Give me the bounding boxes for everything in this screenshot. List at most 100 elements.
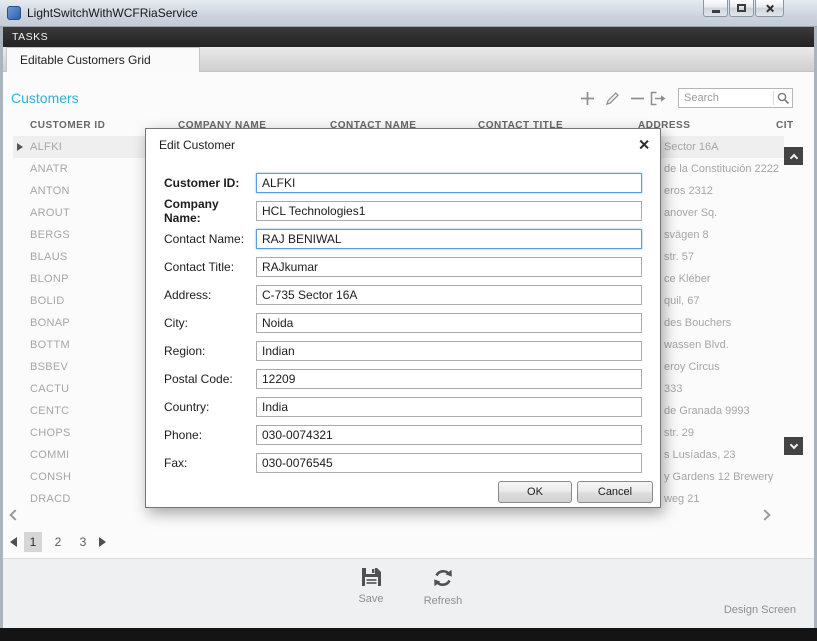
- page-button-1[interactable]: 1: [24, 531, 42, 552]
- tasks-menu-item[interactable]: TASKS: [12, 31, 48, 43]
- close-icon: [638, 139, 649, 150]
- dialog-field-row: Fax:: [164, 449, 642, 477]
- field-label: Region:: [164, 344, 206, 358]
- fax-input[interactable]: [256, 453, 642, 473]
- column-header-city: CIT: [776, 120, 794, 131]
- address-input[interactable]: [256, 285, 642, 305]
- close-button[interactable]: [755, 0, 784, 17]
- design-screen-label: Design Screen: [723, 604, 796, 616]
- selected-row-indicator-icon: [17, 143, 23, 151]
- plus-icon: [580, 92, 594, 105]
- address-cell: 333: [664, 383, 683, 395]
- dialog-title: Edit Customer: [159, 138, 236, 152]
- add-button[interactable]: [578, 90, 596, 107]
- customer-id-cell: COMMI: [30, 449, 70, 461]
- customer-id-cell: CACTU: [30, 383, 70, 395]
- command-bar: Save Refresh Design Screen: [3, 558, 814, 628]
- maximize-icon: [737, 4, 746, 12]
- dialog-field-row: Phone:: [164, 421, 642, 449]
- previous-page-button[interactable]: [10, 536, 17, 547]
- export-icon: [650, 91, 666, 106]
- customer-id-cell: BOLID: [30, 295, 65, 307]
- dialog-field-row: Contact Title:: [164, 253, 642, 281]
- dialog-close-button[interactable]: [638, 137, 649, 155]
- dialog-field-row: Postal Code:: [164, 365, 642, 393]
- chevron-up-icon: [789, 153, 798, 162]
- customer-id-cell: BSBEV: [30, 361, 69, 373]
- save-label: Save: [358, 593, 384, 605]
- field-label: Customer ID:: [164, 176, 240, 190]
- address-cell: des Bouchers: [664, 317, 732, 329]
- contact-title-input[interactable]: [256, 257, 642, 277]
- dialog-field-row: Address:: [164, 281, 642, 309]
- maximize-button[interactable]: [729, 0, 754, 17]
- region-input[interactable]: [256, 341, 642, 361]
- chevron-left-icon: [8, 509, 21, 521]
- next-page-button[interactable]: [99, 536, 106, 547]
- customer-id-cell: CENTC: [30, 405, 70, 417]
- save-button[interactable]: Save: [343, 567, 399, 605]
- address-cell: de la Constitución 2222: [664, 163, 779, 175]
- search-box: [678, 88, 793, 108]
- scroll-up-button[interactable]: [784, 147, 803, 165]
- delete-button[interactable]: [628, 90, 646, 107]
- address-cell: ce Kléber: [664, 273, 711, 285]
- dialog-field-row: Company Name:: [164, 197, 642, 225]
- city-input[interactable]: [256, 313, 642, 333]
- customer-id-cell: BERGS: [30, 229, 71, 241]
- save-icon: [361, 568, 381, 586]
- dialog-field-row: Region:: [164, 337, 642, 365]
- customer-id-cell: ANATR: [30, 163, 68, 175]
- search-icon[interactable]: [774, 92, 792, 105]
- scroll-right-button[interactable]: [758, 506, 774, 524]
- field-label: Postal Code:: [164, 372, 233, 386]
- chevron-down-icon: [789, 440, 798, 449]
- customer-id-input[interactable]: [256, 173, 642, 193]
- country-input[interactable]: [256, 397, 642, 417]
- minimize-button[interactable]: [703, 0, 728, 17]
- search-input[interactable]: [679, 92, 773, 104]
- dialog-field-row: Customer ID:: [164, 169, 642, 197]
- export-button[interactable]: [649, 90, 667, 107]
- field-label: Country:: [164, 400, 210, 414]
- address-cell: weg 21: [664, 493, 700, 505]
- minimize-icon: [711, 9, 720, 13]
- address-cell: quil, 67: [664, 295, 700, 307]
- column-header-customer-id: CUSTOMER ID: [30, 120, 106, 131]
- refresh-label: Refresh: [423, 595, 463, 607]
- field-label: Contact Name:: [164, 232, 245, 246]
- field-label: Phone:: [164, 428, 203, 442]
- app-icon: [7, 6, 21, 20]
- scroll-down-button[interactable]: [784, 437, 803, 455]
- dialog-field-row: Country:: [164, 393, 642, 421]
- customer-id-cell: CHOPS: [30, 427, 71, 439]
- address-cell: de Granada 9993: [664, 405, 750, 417]
- customer-id-cell: BOTTM: [30, 339, 70, 351]
- page-button-3[interactable]: 3: [74, 532, 92, 552]
- phone-input[interactable]: [256, 425, 642, 445]
- customer-id-cell: BONAP: [30, 317, 71, 329]
- address-cell: wassen Blvd.: [664, 339, 729, 351]
- address-cell: s Lusíadas, 23: [664, 449, 736, 461]
- postal-code-input[interactable]: [256, 369, 642, 389]
- tab-editable-customers-grid[interactable]: Editable Customers Grid: [6, 47, 200, 72]
- window-title: LightSwitchWithWCFRiaService: [27, 6, 198, 20]
- address-cell: str. 57: [664, 251, 694, 263]
- customer-id-cell: ALFKI: [30, 141, 63, 153]
- field-label: Fax:: [164, 456, 188, 470]
- customer-id-cell: ANTON: [30, 185, 70, 197]
- edit-button[interactable]: [603, 90, 621, 107]
- refresh-button[interactable]: Refresh: [415, 567, 471, 607]
- tasks-menubar: TASKS: [3, 27, 814, 47]
- page-button-2[interactable]: 2: [49, 532, 67, 552]
- address-cell: eros 2312: [664, 185, 713, 197]
- ok-button[interactable]: OK: [498, 481, 572, 503]
- company-name-input[interactable]: [256, 201, 642, 221]
- customer-id-cell: DRACD: [30, 493, 71, 505]
- cancel-button[interactable]: Cancel: [577, 481, 653, 503]
- close-icon: [765, 4, 774, 13]
- contact-name-input[interactable]: [256, 229, 642, 249]
- dialog-field-row: City:: [164, 309, 642, 337]
- scroll-left-button[interactable]: [5, 506, 21, 524]
- edit-customer-dialog: Edit Customer Customer ID: Company Name: C…: [145, 128, 661, 508]
